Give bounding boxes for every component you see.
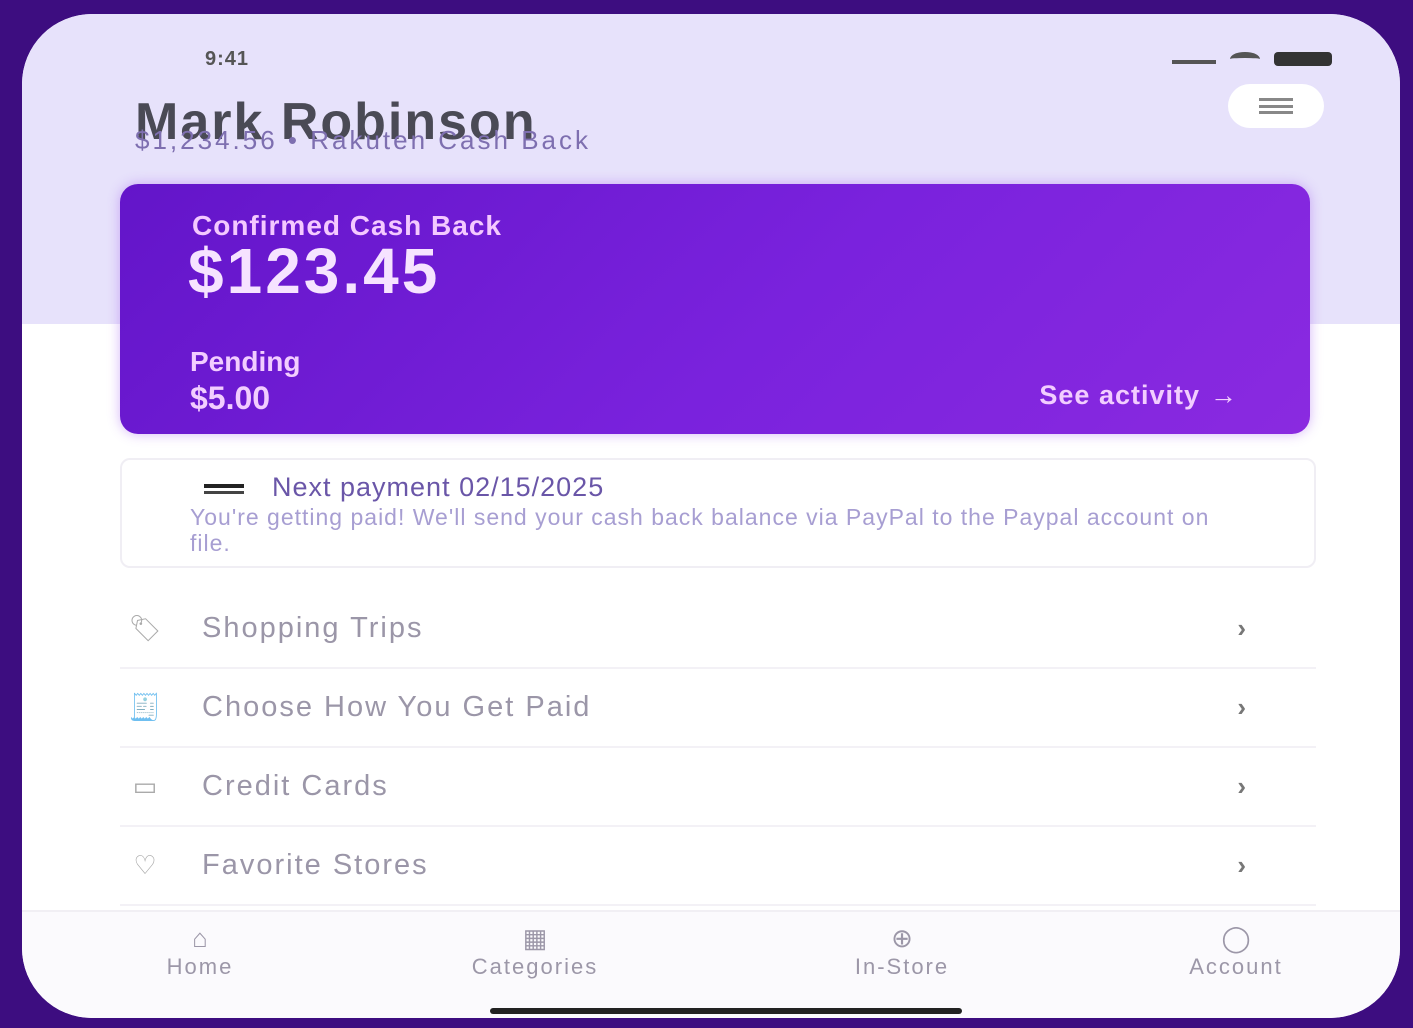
tab-label: In-Store — [854, 954, 950, 979]
menu-item-credit-cards[interactable]: ▭ Credit Cards › — [120, 748, 1316, 827]
chevron-right-icon: › — [1237, 692, 1246, 722]
tab-label: Home — [166, 954, 234, 979]
tab-categories[interactable]: ▦ Categories — [400, 924, 670, 980]
heart-icon: ♡ — [133, 850, 157, 880]
menu-icon — [1259, 98, 1293, 114]
home-indicator — [490, 1008, 962, 1014]
status-time: 9:41 — [205, 48, 250, 70]
receipt-icon: 🧾 — [128, 692, 162, 722]
in-store-icon: ⊕ — [891, 923, 913, 953]
pending-label: Pending — [190, 346, 301, 377]
chevron-right-icon: › — [1237, 613, 1246, 643]
menu-item-shopping-trips[interactable]: 🏷 Shopping Trips › — [120, 590, 1316, 669]
user-balance-subtitle: $1,234.56 • Rakuten Cash Back — [135, 125, 592, 155]
tab-label: Categories — [471, 954, 599, 979]
categories-icon: ▦ — [522, 923, 548, 953]
phone-screen: 9:41 Mark Robinson $1,234.56 • Rakuten C… — [22, 14, 1400, 1018]
pending-amount: $5.00 — [190, 380, 271, 416]
tab-in-store[interactable]: ⊕ In-Store — [802, 924, 1002, 980]
account-menu-list: 🏷 Shopping Trips › 🧾 Choose How You Get … — [120, 590, 1316, 906]
tag-icon: 🏷 — [128, 613, 162, 643]
menu-item-favorite-stores[interactable]: ♡ Favorite Stores › — [120, 827, 1316, 906]
arrow-right-icon: → — [1210, 380, 1238, 410]
cellular-signal-icon — [1172, 54, 1216, 64]
menu-item-label: Choose How You Get Paid — [202, 691, 592, 723]
menu-button[interactable] — [1228, 84, 1324, 128]
chevron-right-icon: › — [1237, 850, 1246, 880]
next-payment-title: Next payment 02/15/2025 — [272, 472, 605, 502]
menu-item-label: Credit Cards — [202, 770, 389, 802]
tab-home[interactable]: ⌂ Home — [130, 924, 270, 980]
chevron-right-icon: › — [1237, 771, 1246, 801]
tab-account[interactable]: ◯ Account — [1146, 924, 1326, 980]
home-icon: ⌂ — [192, 923, 208, 953]
status-bar: 9:41 — [22, 14, 1400, 84]
card-icon — [204, 484, 244, 494]
battery-icon — [1274, 52, 1332, 66]
menu-item-label: Shopping Trips — [202, 612, 424, 644]
next-payment-description: You're getting paid! We'll send your cas… — [190, 504, 1210, 556]
see-activity-label: See activity — [1039, 380, 1200, 410]
menu-item-choose-how-you-get-paid[interactable]: 🧾 Choose How You Get Paid › — [120, 669, 1316, 748]
credit-card-icon: ▭ — [132, 771, 158, 801]
account-icon: ◯ — [1221, 923, 1251, 953]
see-activity-link[interactable]: See activity → — [1039, 380, 1238, 411]
cash-back-card: Confirmed Cash Back $123.45 Pending $5.0… — [120, 184, 1310, 434]
wifi-icon — [1230, 52, 1260, 66]
status-icons — [1172, 52, 1332, 66]
confirmed-cash-back-amount: $123.45 — [188, 235, 441, 307]
tab-label: Account — [1189, 954, 1283, 979]
next-payment-card[interactable]: Next payment 02/15/2025 You're getting p… — [120, 458, 1316, 568]
menu-item-label: Favorite Stores — [202, 849, 429, 881]
bottom-tab-bar: ⌂ Home ▦ Categories ⊕ In-Store ◯ Account — [22, 910, 1400, 1018]
